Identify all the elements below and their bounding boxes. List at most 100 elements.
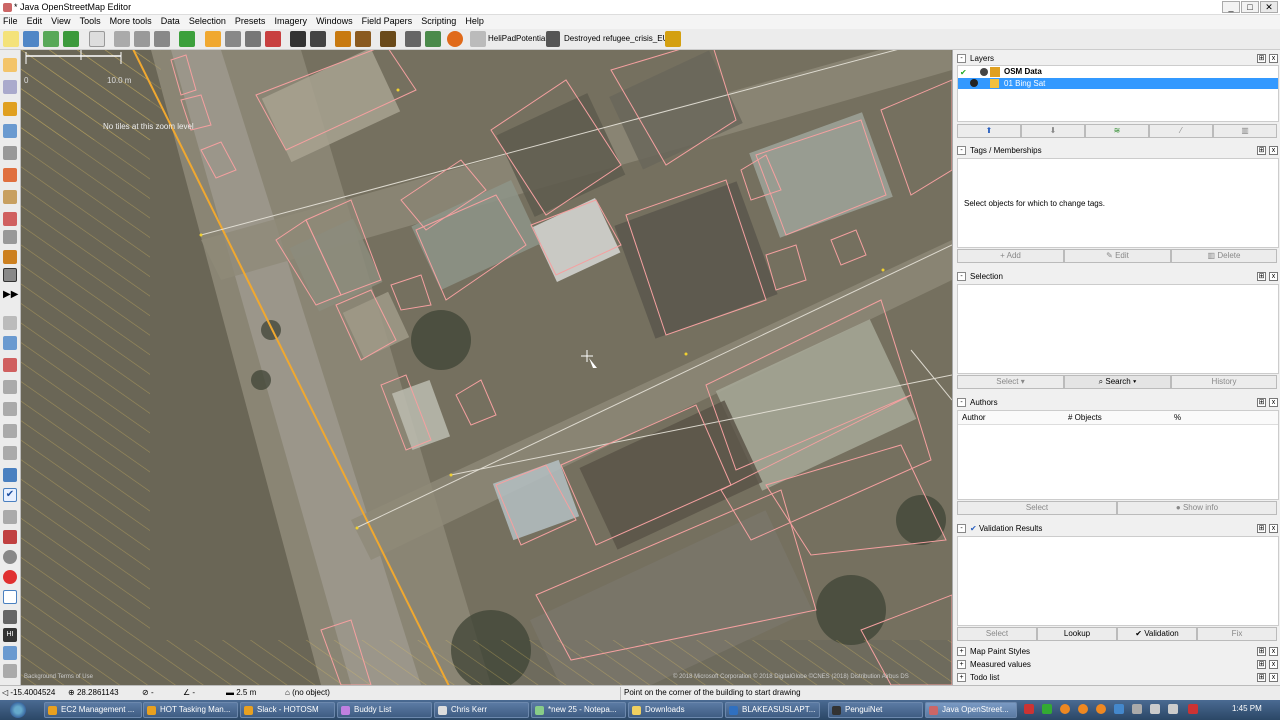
distribute-tool-icon[interactable]: [3, 380, 17, 394]
panel-close-icon[interactable]: x: [1269, 146, 1278, 155]
filter-tool-icon[interactable]: [3, 510, 17, 524]
menu-more-tools[interactable]: More tools: [107, 15, 155, 28]
task-buddy-list[interactable]: Buddy List: [337, 702, 432, 718]
authors-select-button[interactable]: Select: [957, 501, 1117, 515]
panel-detach-icon[interactable]: ⊞: [1257, 660, 1266, 669]
collapse-icon[interactable]: -: [957, 272, 966, 282]
preset-shop-icon[interactable]: [335, 31, 351, 47]
preset-building-icon[interactable]: [265, 31, 281, 47]
menu-field-papers[interactable]: Field Papers: [359, 15, 416, 28]
collapse-icon[interactable]: -: [957, 146, 966, 156]
destroyed-preset[interactable]: Destroyed: [564, 34, 600, 43]
task-penguinet[interactable]: PenguiNet: [828, 702, 923, 718]
panel-detach-icon[interactable]: ⊞: [1257, 647, 1266, 656]
tray-icon[interactable]: [1024, 704, 1034, 714]
maximize-button[interactable]: □: [1241, 1, 1259, 13]
helipad-icon[interactable]: [470, 31, 486, 47]
preset-industry-icon[interactable]: [405, 31, 421, 47]
destroyed-icon[interactable]: [546, 31, 560, 47]
column-author[interactable]: Author: [962, 413, 986, 422]
menu-presets[interactable]: Presets: [232, 15, 269, 28]
select-tool-icon[interactable]: [3, 58, 17, 72]
split-tool-icon[interactable]: [3, 168, 17, 182]
expand-icon[interactable]: +: [957, 660, 966, 670]
building-tool-icon[interactable]: [3, 268, 17, 282]
validation-panel-header[interactable]: - ✔ Validation Results ⊞ x: [957, 522, 1279, 535]
ruler-tool-icon[interactable]: [3, 610, 17, 624]
column-objects[interactable]: # Objects: [1068, 413, 1102, 422]
preset-factory-icon[interactable]: [380, 31, 396, 47]
menu-imagery[interactable]: Imagery: [272, 15, 311, 28]
panel-close-icon[interactable]: x: [1269, 398, 1278, 407]
menu-windows[interactable]: Windows: [313, 15, 356, 28]
circle-tool-icon[interactable]: [3, 230, 17, 244]
refresh-icon[interactable]: [154, 31, 170, 47]
menu-help[interactable]: Help: [462, 15, 487, 28]
validate-icon[interactable]: [179, 31, 195, 47]
panel-close-icon[interactable]: x: [1269, 647, 1278, 656]
menu-data[interactable]: Data: [158, 15, 183, 28]
simplify-tool-icon[interactable]: [3, 402, 17, 416]
layer-osm-data[interactable]: OSM Data: [1004, 66, 1042, 78]
visibility-eye-icon[interactable]: [970, 79, 978, 87]
show-info-button[interactable]: ● Show info: [1117, 501, 1277, 515]
new-file-icon[interactable]: [3, 31, 19, 47]
todo-list-header[interactable]: + Todo list ⊞ x: [957, 671, 1279, 684]
delete-layer-button[interactable]: ▥: [1213, 124, 1277, 138]
panel-detach-icon[interactable]: ⊞: [1257, 673, 1266, 682]
panel-close-icon[interactable]: x: [1269, 524, 1278, 533]
imagery-attribution[interactable]: © 2018 Microsoft Corporation © 2018 Digi…: [673, 674, 909, 680]
panel-close-icon[interactable]: x: [1269, 54, 1278, 63]
layers-panel-header[interactable]: - Layers ⊞ x: [957, 52, 1279, 65]
visibility-eye-icon[interactable]: [980, 68, 988, 76]
draw-tool-icon[interactable]: [3, 102, 17, 116]
open-file-icon[interactable]: [23, 31, 39, 47]
delete-tool-icon[interactable]: [3, 146, 17, 160]
selection-select-button[interactable]: Select ▾: [957, 375, 1064, 389]
tray-icon[interactable]: [1060, 704, 1070, 714]
panel-detach-icon[interactable]: ⊞: [1257, 524, 1266, 533]
task-slack[interactable]: Slack - HOTOSM: [240, 702, 335, 718]
tags-panel-header[interactable]: - Tags / Memberships ⊞ x: [957, 144, 1279, 157]
history-button[interactable]: History: [1171, 375, 1277, 389]
cart-tool-icon[interactable]: [3, 530, 17, 544]
save-icon[interactable]: [43, 31, 59, 47]
layer-bing-sat[interactable]: 01 Bing Sat: [1004, 78, 1045, 89]
download-icon[interactable]: [89, 31, 105, 47]
upload-icon[interactable]: [63, 31, 79, 47]
panel-detach-icon[interactable]: ⊞: [1257, 398, 1266, 407]
panel-close-icon[interactable]: x: [1269, 660, 1278, 669]
collapse-icon[interactable]: -: [957, 54, 966, 64]
panel-detach-icon[interactable]: ⊞: [1257, 272, 1266, 281]
close-button[interactable]: ✕: [1260, 1, 1278, 13]
tray-icon[interactable]: [1132, 704, 1142, 714]
minimize-button[interactable]: _: [1222, 1, 1240, 13]
validation-select-button[interactable]: Select: [957, 627, 1037, 641]
edit-tag-button[interactable]: ✎ Edit: [1064, 249, 1171, 263]
expand-icon[interactable]: +: [957, 673, 966, 683]
helipad-potential-preset[interactable]: HeliPadPotential: [488, 34, 547, 43]
reverse-tool-icon[interactable]: [3, 212, 17, 226]
panel-detach-icon[interactable]: ⊞: [1257, 146, 1266, 155]
hot-tool-icon[interactable]: HI: [3, 628, 17, 642]
mirror-tool-icon[interactable]: [3, 358, 17, 372]
unglue-tool-icon[interactable]: [3, 446, 17, 460]
panel-close-icon[interactable]: x: [1269, 673, 1278, 682]
menu-file[interactable]: File: [0, 15, 21, 28]
collapse-icon[interactable]: -: [957, 398, 966, 408]
person-icon[interactable]: [665, 31, 681, 47]
ring-tool-icon[interactable]: [3, 590, 17, 604]
task-hot-tasking[interactable]: HOT Tasking Man...: [143, 702, 238, 718]
move-tool-icon[interactable]: [3, 468, 17, 482]
delete-tag-button[interactable]: ▥ Delete: [1171, 249, 1277, 263]
preset-barrier-icon[interactable]: [245, 31, 261, 47]
tray-icon[interactable]: [1042, 704, 1052, 714]
search-button[interactable]: ⌕ Search ▾: [1064, 375, 1171, 389]
more-tools-icon[interactable]: ▶▶: [3, 288, 18, 302]
task-ec2[interactable]: EC2 Management ...: [44, 702, 142, 718]
map-paint-styles-header[interactable]: + Map Paint Styles ⊞ x: [957, 645, 1279, 658]
fix-button[interactable]: Fix: [1197, 627, 1277, 641]
preset-bus-icon[interactable]: [310, 31, 326, 47]
task-remote[interactable]: BLAKEASUSLAPT...: [725, 702, 820, 718]
join-tool-icon[interactable]: [3, 424, 17, 438]
